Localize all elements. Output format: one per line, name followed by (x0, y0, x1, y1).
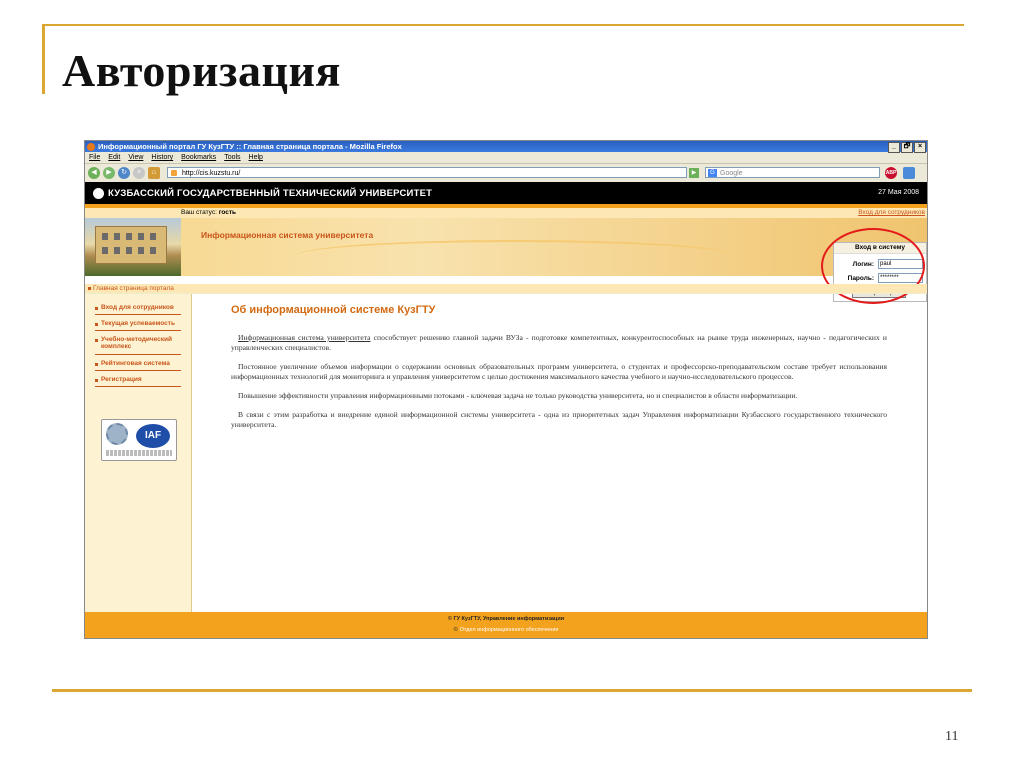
google-icon[interactable]: G (708, 169, 717, 177)
menu-view[interactable]: View (128, 154, 143, 161)
main-content: Об информационной системе КузГТУ Информа… (231, 304, 887, 430)
menu-history[interactable]: History (151, 154, 173, 161)
slide-top-rule (44, 24, 964, 26)
menu-help[interactable]: Help (249, 154, 263, 161)
home-icon[interactable]: ⌂ (148, 167, 160, 179)
sidebar-divider (95, 370, 181, 371)
sidebar-divider (95, 386, 181, 387)
status-label: Ваш статус: (181, 209, 217, 216)
sidebar-divider (95, 314, 181, 315)
slide-bottom-rule (52, 689, 972, 692)
firefox-icon (87, 142, 95, 151)
sidebar: Вход для сотрудников Текущая успеваемост… (85, 294, 192, 612)
sidebar-item-rating[interactable]: Рейтинговая система (95, 360, 181, 367)
adblock-icon[interactable]: ABP (885, 167, 897, 179)
window-title: Информационный портал ГУ КузГТУ :: Главн… (98, 142, 402, 151)
sidebar-item-staff-login[interactable]: Вход для сотрудников (95, 304, 181, 311)
site-favicon-icon (171, 170, 177, 176)
extension-icon[interactable] (903, 167, 915, 179)
menu-tools[interactable]: Tools (224, 154, 240, 161)
menu-bookmarks[interactable]: Bookmarks (181, 154, 216, 161)
content-paragraph: Постоянное увеличение объемов информации… (231, 362, 887, 381)
maximize-button[interactable]: 🗗 (901, 142, 913, 153)
university-logo-icon (93, 187, 104, 199)
system-link[interactable]: Информационная система университета (238, 333, 370, 342)
sidebar-divider (95, 330, 181, 331)
breadcrumb-home-link[interactable]: Главная страница портала (93, 285, 174, 292)
university-header: КУЗБАССКИЙ ГОСУДАРСТВЕННЫЙ ТЕХНИЧЕСКИЙ У… (85, 182, 927, 204)
forward-icon[interactable]: ▶ (103, 167, 115, 179)
nav-toolbar: ◀ ▶ ↻ × ⌂ http://cis.kuzstu.ru/ ▶ G Goog… (85, 164, 927, 183)
menu-bar: File Edit View History Bookmarks Tools H… (85, 152, 927, 164)
footer-department-link[interactable]: Отдел информационного обеспечения (460, 627, 559, 633)
sidebar-item-progress[interactable]: Текущая успеваемость (95, 320, 181, 327)
footer-department: © Отдел информационного обеспечения (85, 627, 927, 633)
content-paragraph: В связи с этим разработка и внедрение ед… (231, 410, 887, 429)
bullet-icon (88, 286, 91, 290)
university-name: КУЗБАССКИЙ ГОСУДАРСТВЕННЫЙ ТЕХНИЧЕСКИЙ У… (108, 187, 433, 199)
staff-login-link[interactable]: Вход для сотрудников (858, 208, 925, 218)
web-page: КУЗБАССКИЙ ГОСУДАРСТВЕННЫЙ ТЕХНИЧЕСКИЙ У… (85, 182, 927, 638)
back-icon[interactable]: ◀ (88, 167, 100, 179)
stop-icon[interactable]: × (133, 167, 145, 179)
iaf-badge[interactable]: IAF (101, 419, 177, 461)
search-input[interactable]: G Google (705, 167, 880, 178)
url-text: http://cis.kuzstu.ru/ (182, 170, 241, 177)
browser-window: Информационный портал ГУ КузГТУ :: Главн… (84, 140, 928, 639)
window-titlebar: Информационный портал ГУ КузГТУ :: Главн… (85, 141, 927, 153)
footer-mark: © (453, 627, 458, 633)
content-paragraph: Повышение эффективности управления инфор… (238, 391, 798, 400)
url-input[interactable]: http://cis.kuzstu.ru/ (167, 167, 687, 178)
slide-number: 11 (945, 729, 959, 744)
banner-swoosh (295, 240, 735, 272)
window-controls: _ 🗗 × (888, 142, 926, 153)
building-photo (85, 218, 181, 276)
sidebar-item-methodical-complex[interactable]: Учебно-методический комплекс (95, 336, 181, 350)
banner: Информационная система университета (85, 218, 927, 276)
close-button[interactable]: × (914, 142, 926, 153)
slide-title: Авторизация (62, 45, 341, 96)
menu-file[interactable]: File (89, 154, 100, 161)
go-icon[interactable]: ▶ (689, 168, 699, 178)
footer-copyright: © ГУ КузГТУ, Управление информатизации (447, 616, 565, 622)
menu-edit[interactable]: Edit (108, 154, 120, 161)
sidebar-item-registration[interactable]: Регистрация (95, 376, 181, 383)
status-value: гость (218, 209, 237, 216)
gear-icon (106, 423, 128, 445)
building-image (95, 226, 167, 264)
header-date: 27 Мая 2008 (878, 189, 919, 196)
badge-caption (106, 450, 172, 456)
sidebar-divider (95, 354, 181, 355)
breadcrumb: Главная страница портала (85, 284, 927, 294)
search-placeholder: Google (720, 170, 743, 177)
iaf-logo: IAF (136, 424, 170, 448)
content-heading: Об информационной системе КузГТУ (231, 304, 436, 316)
reload-icon[interactable]: ↻ (118, 167, 130, 179)
minimize-button[interactable]: _ (888, 142, 900, 153)
status-row: Ваш статус: гость Вход для сотрудников (85, 208, 927, 218)
page-footer: © ГУ КузГТУ, Управление информатизации ©… (85, 612, 927, 638)
content-paragraph: Информационная система университета спос… (231, 333, 887, 352)
system-title: Информационная система университета (201, 230, 374, 240)
slide-left-rule (42, 24, 45, 94)
